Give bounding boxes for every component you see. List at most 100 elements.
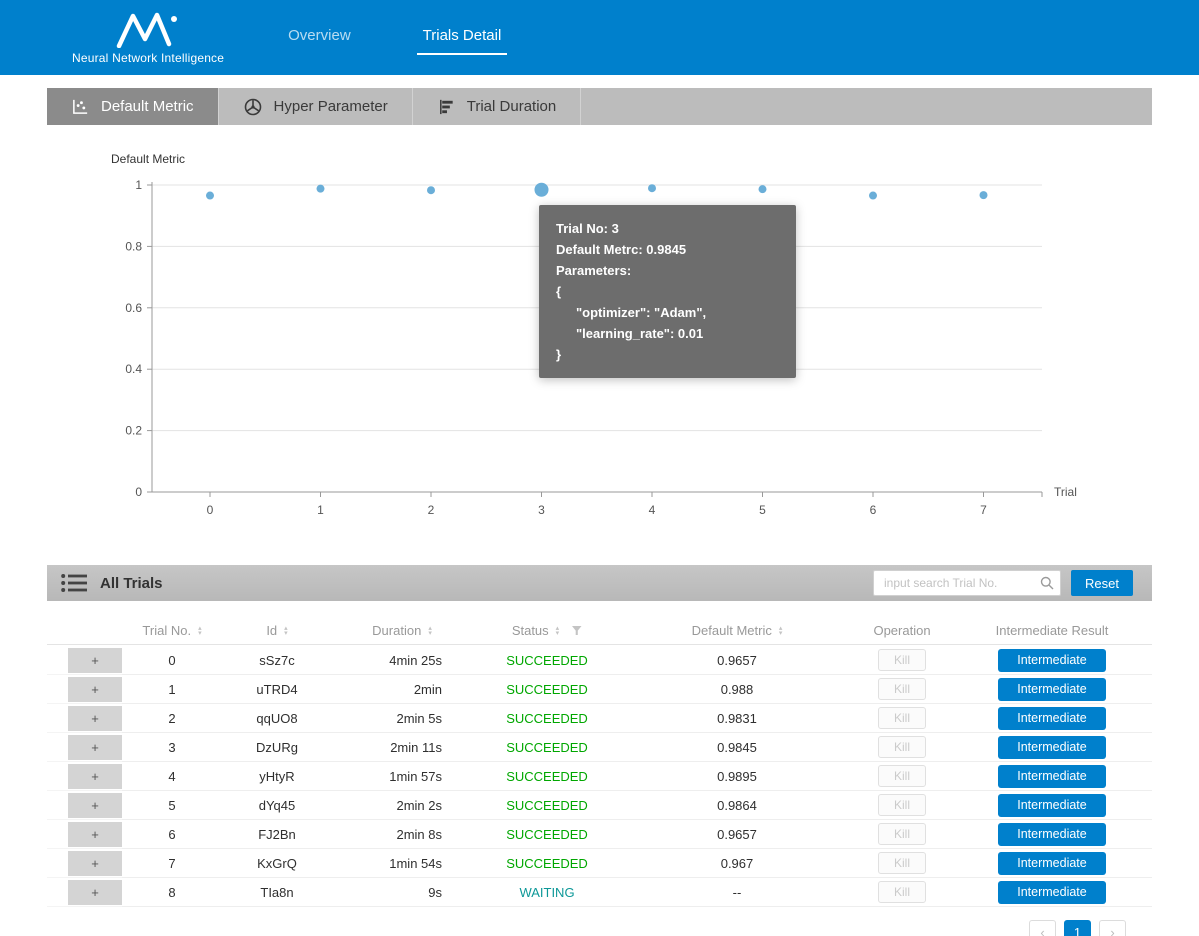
svg-text:3: 3 (538, 503, 545, 517)
expand-row-button[interactable]: + (68, 851, 122, 876)
kill-button[interactable]: Kill (878, 852, 926, 874)
trial-no-cell: 8 (122, 878, 222, 907)
search-input[interactable] (873, 570, 1061, 596)
kill-button[interactable]: Kill (878, 765, 926, 787)
expand-row-button[interactable]: + (68, 677, 122, 702)
intermediate-button[interactable]: Intermediate (998, 707, 1106, 730)
header-status: Status ▴▾ (472, 617, 622, 645)
page-1-button[interactable]: 1 (1064, 920, 1091, 936)
tab-default-metric[interactable]: Default Metric (47, 88, 219, 125)
duration-cell: 1min 57s (332, 762, 472, 791)
svg-text:0: 0 (135, 485, 142, 499)
sort-icon[interactable]: ▴▾ (556, 626, 560, 636)
svg-text:1: 1 (317, 503, 324, 517)
intermediate-button[interactable]: Intermediate (998, 736, 1106, 759)
trial-id-cell: FJ2Bn (222, 820, 332, 849)
sort-icon[interactable]: ▴▾ (779, 626, 783, 636)
duration-cell: 4min 25s (332, 646, 472, 675)
expand-row-button[interactable]: + (68, 793, 122, 818)
svg-text:Default Metric: Default Metric (111, 152, 185, 166)
intermediate-cell: Intermediate (952, 733, 1152, 762)
status-cell: WAITING (472, 878, 622, 907)
tab-label: Default Metric (101, 98, 194, 115)
header-operation: Operation (852, 617, 952, 645)
nav-tab-overview[interactable]: Overview (282, 21, 357, 55)
next-page-button[interactable]: › (1099, 920, 1126, 936)
top-navbar: Neural Network Intelligence Overview Tri… (0, 0, 1199, 75)
kill-button[interactable]: Kill (878, 823, 926, 845)
intermediate-button[interactable]: Intermediate (998, 823, 1106, 846)
duration-cell: 2min 2s (332, 791, 472, 820)
operation-cell: Kill (852, 791, 952, 820)
row-expand-cell: + (47, 704, 122, 733)
row-expand-cell: + (47, 849, 122, 878)
kill-button[interactable]: Kill (878, 707, 926, 729)
tab-trial-duration[interactable]: Trial Duration (413, 88, 581, 125)
operation-cell: Kill (852, 820, 952, 849)
expand-row-button[interactable]: + (68, 764, 122, 789)
kill-button[interactable]: Kill (878, 794, 926, 816)
scatter-icon (71, 97, 90, 116)
expand-row-button[interactable]: + (68, 706, 122, 731)
header-intermediate-result: Intermediate Result (952, 617, 1152, 645)
intermediate-button[interactable]: Intermediate (998, 678, 1106, 701)
intermediate-button[interactable]: Intermediate (998, 881, 1106, 904)
metric-cell: 0.9831 (622, 704, 852, 733)
status-cell: SUCCEEDED (472, 675, 622, 704)
metric-cell: -- (622, 878, 852, 907)
svg-text:7: 7 (980, 503, 987, 517)
metric-cell: 0.9657 (622, 646, 852, 675)
chart-tooltip: Trial No: 3 Default Metrc: 0.9845 Parame… (539, 205, 796, 378)
status-cell: SUCCEEDED (472, 791, 622, 820)
expand-row-button[interactable]: + (68, 822, 122, 847)
expand-row-button[interactable]: + (68, 648, 122, 673)
intermediate-button[interactable]: Intermediate (998, 852, 1106, 875)
metric-cell: 0.988 (622, 675, 852, 704)
status-cell: SUCCEEDED (472, 849, 622, 878)
kill-button[interactable]: Kill (878, 678, 926, 700)
prev-page-button[interactable]: ‹ (1029, 920, 1056, 936)
metric-cell: 0.9864 (622, 791, 852, 820)
sort-icon[interactable]: ▴▾ (284, 626, 288, 636)
nni-logo[interactable]: Neural Network Intelligence (72, 10, 224, 65)
operation-cell: Kill (852, 675, 952, 704)
trial-no-cell: 2 (122, 704, 222, 733)
tab-hyper-parameter[interactable]: Hyper Parameter (219, 88, 413, 125)
expand-row-button[interactable]: + (68, 880, 122, 905)
trial-id-cell: dYq45 (222, 791, 332, 820)
default-metric-chart: 00.20.40.60.8101234567TrialDefault Metri… (47, 150, 1152, 530)
filter-icon[interactable] (572, 626, 582, 636)
svg-text:0.4: 0.4 (125, 362, 142, 376)
duration-cell: 2min 5s (332, 704, 472, 733)
svg-text:4: 4 (649, 503, 656, 517)
row-expand-cell: + (47, 791, 122, 820)
row-expand-cell: + (47, 733, 122, 762)
duration-cell: 9s (332, 878, 472, 907)
nav-tab-trials-detail[interactable]: Trials Detail (417, 21, 508, 55)
intermediate-cell: Intermediate (952, 704, 1152, 733)
trial-id-cell: TIa8n (222, 878, 332, 907)
search-box (873, 570, 1061, 596)
tab-label: Trial Duration (467, 98, 556, 115)
tooltip-line: } (556, 344, 779, 365)
trial-id-cell: yHtyR (222, 762, 332, 791)
expand-row-button[interactable]: + (68, 735, 122, 760)
trial-no-cell: 3 (122, 733, 222, 762)
sort-icon[interactable]: ▴▾ (198, 626, 202, 636)
operation-cell: Kill (852, 762, 952, 791)
all-trials-title: All Trials (100, 575, 163, 592)
sort-icon[interactable]: ▴▾ (428, 626, 432, 636)
trial-no-cell: 7 (122, 849, 222, 878)
kill-button[interactable]: Kill (878, 649, 926, 671)
intermediate-button[interactable]: Intermediate (998, 649, 1106, 672)
kill-button[interactable]: Kill (878, 736, 926, 758)
operation-cell: Kill (852, 646, 952, 675)
tooltip-line: Trial No: 3 (556, 218, 779, 239)
duration-cell: 2min 11s (332, 733, 472, 762)
kill-button[interactable]: Kill (878, 881, 926, 903)
intermediate-button[interactable]: Intermediate (998, 765, 1106, 788)
header-expand-col (47, 617, 122, 645)
reset-button[interactable]: Reset (1071, 570, 1133, 596)
intermediate-button[interactable]: Intermediate (998, 794, 1106, 817)
intermediate-cell: Intermediate (952, 762, 1152, 791)
